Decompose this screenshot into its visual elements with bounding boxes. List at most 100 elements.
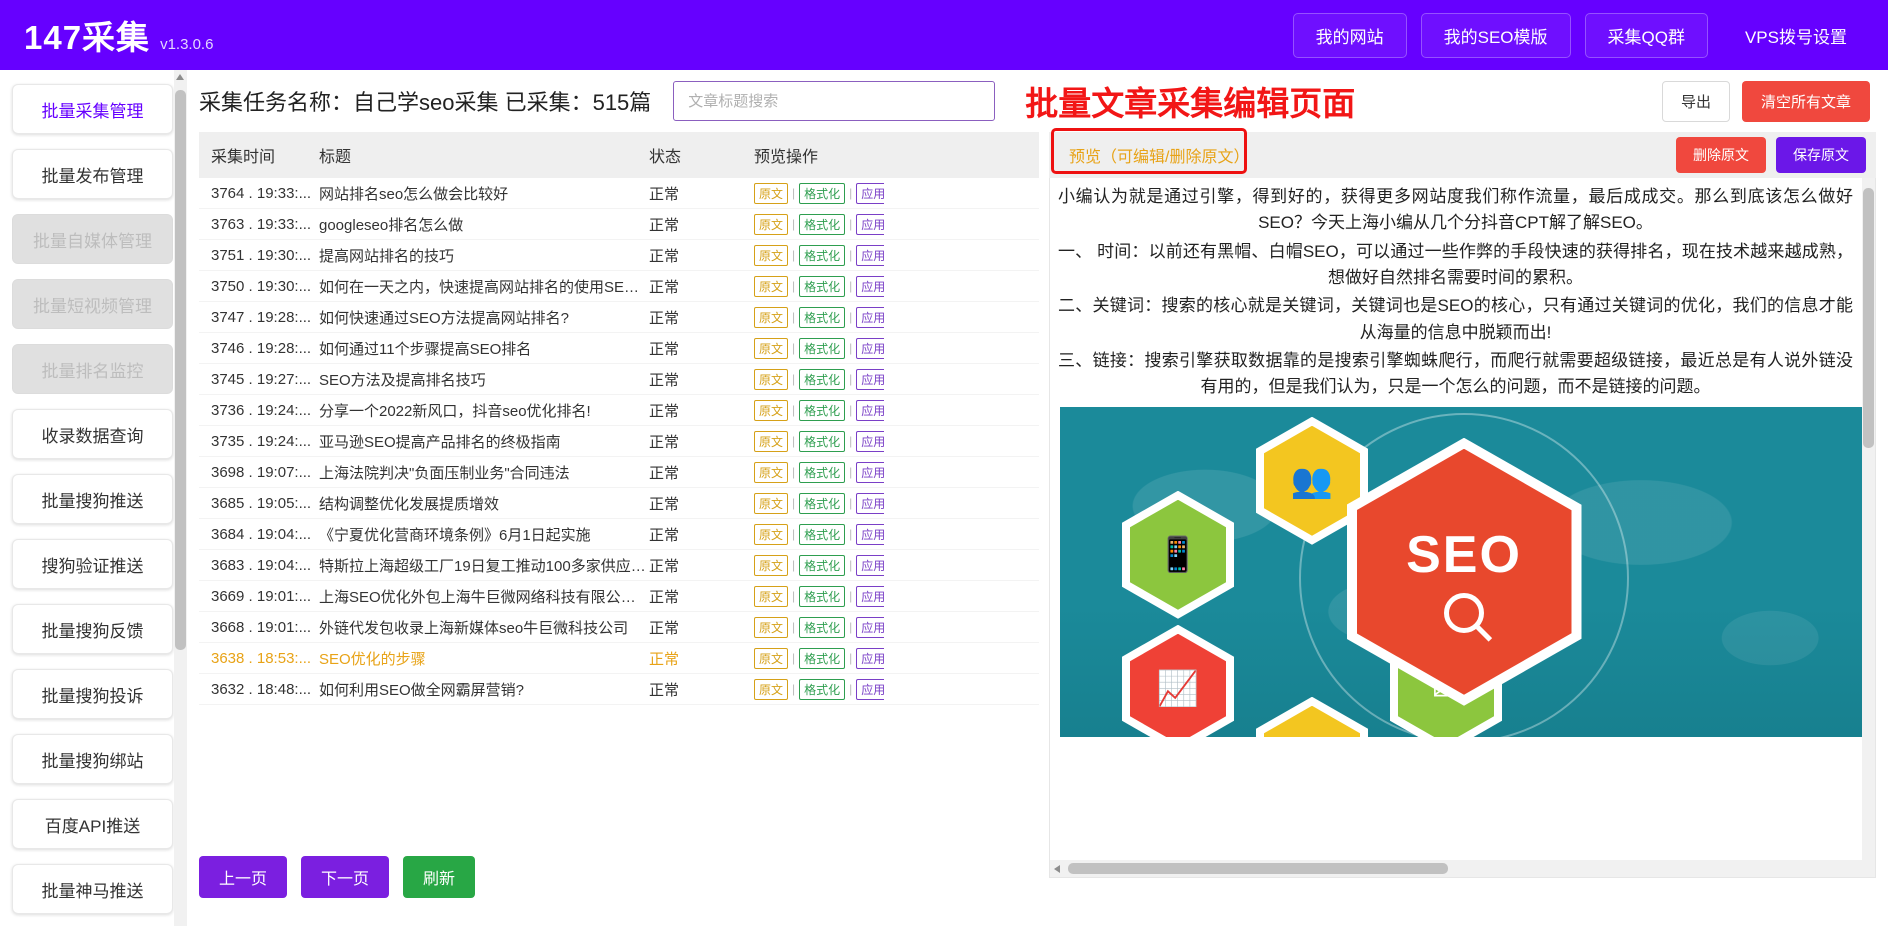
apply-template-link[interactable]: 应用模 — [856, 400, 884, 421]
preview-vertical-thumb[interactable] — [1863, 188, 1874, 448]
view-original-link[interactable]: 原文 — [754, 679, 788, 700]
apply-template-link[interactable]: 应用模 — [856, 214, 884, 235]
delete-original-button[interactable]: 删除原文 — [1676, 137, 1766, 173]
table-row[interactable]: 3632 . 18:48:...如何利用SEO做全网霸屏营销?正常原文|格式化|… — [199, 674, 1039, 705]
table-row[interactable]: 3735 . 19:24:...亚马逊SEO提高产品排名的终极指南正常原文|格式… — [199, 426, 1039, 457]
view-original-link[interactable]: 原文 — [754, 524, 788, 545]
view-original-link[interactable]: 原文 — [754, 493, 788, 514]
apply-template-link[interactable]: 应用模 — [856, 679, 884, 700]
view-original-link[interactable]: 原文 — [754, 183, 788, 204]
cell-title[interactable]: 提高网站排名的技巧 — [319, 245, 649, 266]
nav-item-my-website[interactable]: 我的网站 — [1293, 13, 1407, 58]
sidebar-item-1[interactable]: 批量发布管理 — [12, 149, 173, 199]
cell-title[interactable]: 亚马逊SEO提高产品排名的终极指南 — [319, 431, 649, 452]
apply-template-link[interactable]: 应用模 — [856, 183, 884, 204]
sidebar-item-5[interactable]: 收录数据查询 — [12, 409, 173, 459]
table-row[interactable]: 3746 . 19:28:...如何通过11个步骤提高SEO排名正常原文|格式化… — [199, 333, 1039, 364]
preview-article-text[interactable]: 小编认为就是通过引擎，得到好的，获得更多网站度我们称作流量，最后成成交。那么到底… — [1050, 178, 1875, 401]
format-link[interactable]: 格式化 — [799, 369, 845, 390]
view-original-link[interactable]: 原文 — [754, 462, 788, 483]
sidebar-item-0[interactable]: 批量采集管理 — [12, 84, 173, 134]
save-original-button[interactable]: 保存原文 — [1776, 137, 1866, 173]
table-row[interactable]: 3750 . 19:30:...如何在一天之内，快速提高网站排名的使用SEO技巧… — [199, 271, 1039, 302]
table-row[interactable]: 3764 . 19:33:...网站排名seo怎么做会比较好正常原文|格式化|应… — [199, 178, 1039, 209]
format-link[interactable]: 格式化 — [799, 338, 845, 359]
format-link[interactable]: 格式化 — [799, 524, 845, 545]
nav-item-seo-template[interactable]: 我的SEO模版 — [1421, 13, 1571, 58]
apply-template-link[interactable]: 应用模 — [856, 586, 884, 607]
page-scrollbar-thumb[interactable] — [175, 90, 186, 650]
clear-all-articles-button[interactable]: 清空所有文章 — [1742, 81, 1870, 122]
view-original-link[interactable]: 原文 — [754, 400, 788, 421]
preview-body[interactable]: 小编认为就是通过引擎，得到好的，获得更多网站度我们称作流量，最后成成交。那么到底… — [1049, 178, 1876, 878]
format-link[interactable]: 格式化 — [799, 307, 845, 328]
view-original-link[interactable]: 原文 — [754, 431, 788, 452]
format-link[interactable]: 格式化 — [799, 586, 845, 607]
next-page-button[interactable]: 下一页 — [301, 856, 389, 898]
format-link[interactable]: 格式化 — [799, 462, 845, 483]
view-original-link[interactable]: 原文 — [754, 307, 788, 328]
cell-title[interactable]: 如何在一天之内，快速提高网站排名的使用SEO技巧... — [319, 276, 649, 297]
sidebar-item-7[interactable]: 搜狗验证推送 — [12, 539, 173, 589]
apply-template-link[interactable]: 应用模 — [856, 307, 884, 328]
cell-title[interactable]: googleseo排名怎么做 — [319, 214, 649, 235]
format-link[interactable]: 格式化 — [799, 400, 845, 421]
sidebar-item-8[interactable]: 批量搜狗反馈 — [12, 604, 173, 654]
view-original-link[interactable]: 原文 — [754, 555, 788, 576]
view-original-link[interactable]: 原文 — [754, 214, 788, 235]
table-row[interactable]: 3684 . 19:04:...《宁夏优化营商环境条例》6月1日起实施正常原文|… — [199, 519, 1039, 550]
cell-title[interactable]: 《宁夏优化营商环境条例》6月1日起实施 — [319, 524, 649, 545]
apply-template-link[interactable]: 应用模 — [856, 555, 884, 576]
preview-horizontal-scrollbar[interactable] — [1050, 860, 1875, 877]
prev-page-button[interactable]: 上一页 — [199, 856, 287, 898]
apply-template-link[interactable]: 应用模 — [856, 617, 884, 638]
apply-template-link[interactable]: 应用模 — [856, 431, 884, 452]
sidebar-item-6[interactable]: 批量搜狗推送 — [12, 474, 173, 524]
cell-title[interactable]: 上海SEO优化外包上海牛巨微网络科技有限公司站群... — [319, 586, 649, 607]
table-row[interactable]: 3668 . 19:01:...外链代发包收录上海新媒体seo牛巨微科技公司正常… — [199, 612, 1039, 643]
nav-item-vps-dialup[interactable]: VPS拨号设置 — [1722, 13, 1870, 58]
export-button[interactable]: 导出 — [1662, 81, 1730, 122]
scroll-left-arrow-icon[interactable] — [1054, 865, 1060, 873]
cell-title[interactable]: 外链代发包收录上海新媒体seo牛巨微科技公司 — [319, 617, 649, 638]
cell-title[interactable]: 如何通过11个步骤提高SEO排名 — [319, 338, 649, 359]
format-link[interactable]: 格式化 — [799, 648, 845, 669]
table-row[interactable]: 3747 . 19:28:...如何快速通过SEO方法提高网站排名?正常原文|格… — [199, 302, 1039, 333]
app-logo[interactable]: 147采集 v1.3.0.6 — [24, 11, 213, 59]
format-link[interactable]: 格式化 — [799, 245, 845, 266]
table-row[interactable]: 3685 . 19:05:...结构调整优化发展提质增效正常原文|格式化|应用模 — [199, 488, 1039, 519]
apply-template-link[interactable]: 应用模 — [856, 338, 884, 359]
search-input[interactable] — [686, 92, 982, 111]
table-row[interactable]: 3669 . 19:01:...上海SEO优化外包上海牛巨微网络科技有限公司站群… — [199, 581, 1039, 612]
view-original-link[interactable]: 原文 — [754, 338, 788, 359]
view-original-link[interactable]: 原文 — [754, 586, 788, 607]
cell-title[interactable]: 网站排名seo怎么做会比较好 — [319, 183, 649, 204]
view-original-link[interactable]: 原文 — [754, 617, 788, 638]
sidebar-item-12[interactable]: 批量神马推送 — [12, 864, 173, 914]
table-row[interactable]: 3683 . 19:04:...特斯拉上海超级工厂19日复工推动100多家供应商… — [199, 550, 1039, 581]
cell-title[interactable]: SEO方法及提高排名技巧 — [319, 369, 649, 390]
search-box[interactable] — [673, 81, 995, 121]
cell-title[interactable]: 特斯拉上海超级工厂19日复工推动100多家供应商协... — [319, 555, 649, 576]
sidebar-item-10[interactable]: 批量搜狗绑站 — [12, 734, 173, 784]
apply-template-link[interactable]: 应用模 — [856, 493, 884, 514]
format-link[interactable]: 格式化 — [799, 617, 845, 638]
refresh-button[interactable]: 刷新 — [403, 856, 475, 898]
scroll-up-arrow-icon[interactable] — [176, 74, 184, 80]
cell-title[interactable]: 如何利用SEO做全网霸屏营销? — [319, 679, 649, 700]
apply-template-link[interactable]: 应用模 — [856, 276, 884, 297]
format-link[interactable]: 格式化 — [799, 214, 845, 235]
format-link[interactable]: 格式化 — [799, 555, 845, 576]
apply-template-link[interactable]: 应用模 — [856, 524, 884, 545]
sidebar-item-11[interactable]: 百度API推送 — [12, 799, 173, 849]
view-original-link[interactable]: 原文 — [754, 648, 788, 669]
cell-title[interactable]: 分享一个2022新风口，抖音seo优化排名! — [319, 400, 649, 421]
view-original-link[interactable]: 原文 — [754, 369, 788, 390]
cell-title[interactable]: 结构调整优化发展提质增效 — [319, 493, 649, 514]
apply-template-link[interactable]: 应用模 — [856, 462, 884, 483]
table-row[interactable]: 3698 . 19:07:...上海法院判决"负面压制业务"合同违法正常原文|格… — [199, 457, 1039, 488]
table-row[interactable]: 3745 . 19:27:...SEO方法及提高排名技巧正常原文|格式化|应用模 — [199, 364, 1039, 395]
format-link[interactable]: 格式化 — [799, 431, 845, 452]
apply-template-link[interactable]: 应用模 — [856, 245, 884, 266]
apply-template-link[interactable]: 应用模 — [856, 648, 884, 669]
